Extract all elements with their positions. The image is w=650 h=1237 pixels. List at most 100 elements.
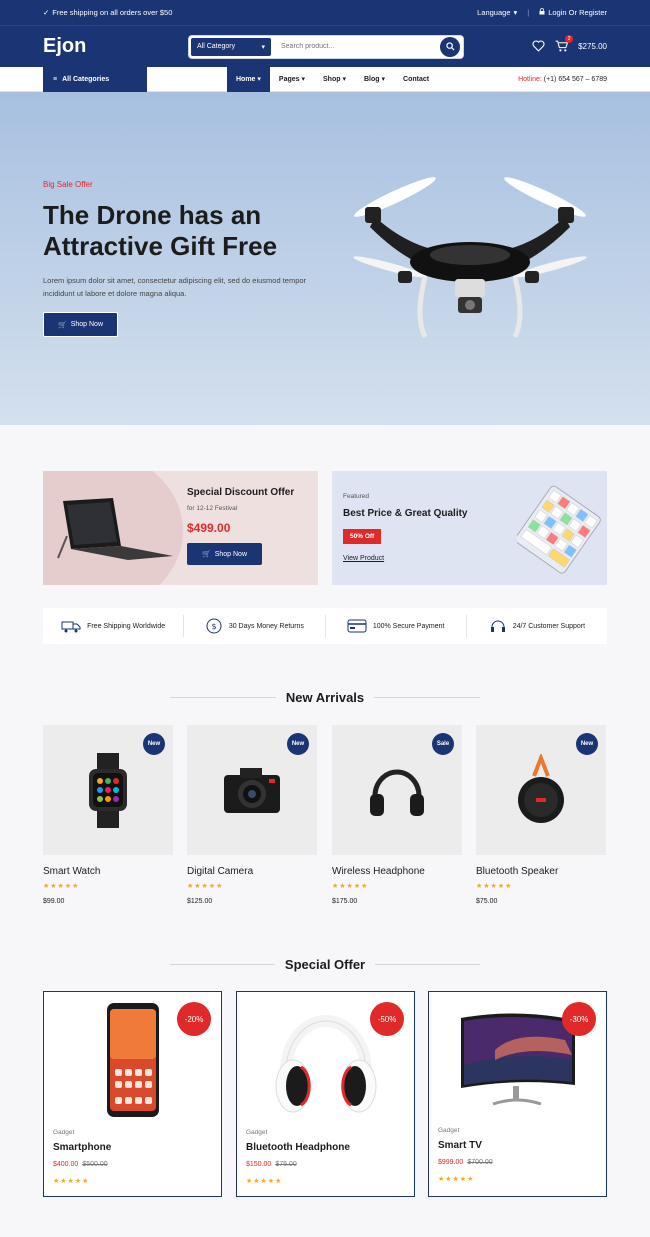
product-price: $125.00 xyxy=(187,898,213,905)
nav-links: Home ▾ Pages ▾ Shop ▾ Blog ▾ Contact xyxy=(227,66,438,92)
offer-price: $150.00 $75.00 xyxy=(246,1161,297,1168)
offer-category: Gadget xyxy=(246,1129,268,1136)
wishlist-button[interactable] xyxy=(532,39,545,54)
logo[interactable]: Ejon xyxy=(43,35,188,58)
new-arrivals-heading: New Arrivals xyxy=(170,690,480,705)
product-rating: ★★★★★ xyxy=(43,883,80,890)
product-price: $175.00 xyxy=(332,898,358,905)
feature-secure-payment: 100% Secure Payment xyxy=(326,615,467,637)
cart-icon: 🛒 xyxy=(57,321,67,329)
cart-count-badge: 2 xyxy=(565,34,574,43)
offer-category: Gadget xyxy=(438,1127,460,1134)
heart-icon xyxy=(532,39,545,52)
svg-text:$: $ xyxy=(211,622,216,631)
credit-card-icon xyxy=(347,619,367,633)
offer-name[interactable]: Smart TV xyxy=(438,1140,482,1151)
search-button[interactable] xyxy=(440,36,460,57)
product-rating: ★★★★★ xyxy=(187,883,224,890)
cart-icon: 🛒 xyxy=(201,551,211,558)
login-register-link[interactable]: Login Or Register xyxy=(539,8,607,17)
main-header: Ejon All Category ▾ 2 $275.00 xyxy=(0,25,650,67)
menu-icon: ≡ xyxy=(53,75,58,83)
product-name[interactable]: Bluetooth Speaker xyxy=(476,866,606,877)
offer-card-bluetooth-headphone[interactable]: -50% Gadget Bluetooth Headphone $150.00 $… xyxy=(236,991,415,1197)
hero-shop-now-button[interactable]: 🛒 Shop Now xyxy=(43,312,118,337)
offer-name[interactable]: Smartphone xyxy=(53,1142,111,1153)
promo-shop-now-button[interactable]: 🛒 Shop Now xyxy=(187,543,262,565)
discount-badge: -50% xyxy=(370,1002,404,1036)
headphone-image xyxy=(370,769,424,816)
cart-total: $275.00 xyxy=(578,42,607,51)
speaker-image xyxy=(518,754,564,823)
search-icon xyxy=(445,42,455,51)
top-bar: ✓ Free shipping on all orders over $50 L… xyxy=(0,0,650,25)
search-input[interactable] xyxy=(273,35,437,58)
hero-banner: Big Sale Offer The Drone has an Attracti… xyxy=(0,92,650,425)
product-card-digital-camera[interactable]: New Digital Camera ★★★★★ $125.00 xyxy=(187,725,317,905)
chevron-down-icon: ▾ xyxy=(513,8,518,17)
offer-card-smart-tv[interactable]: -30% Gadget Smart TV $999.00 $700.00 ★★★★… xyxy=(428,991,607,1197)
product-name[interactable]: Wireless Headphone xyxy=(332,866,462,877)
promo-discount-offer: Special Discount Offer for 12-12 Festiva… xyxy=(43,471,318,585)
chevron-down-icon: ▾ xyxy=(261,43,265,51)
promo-title: Best Price & Great Quality xyxy=(343,508,468,519)
divider: | xyxy=(527,8,530,17)
discount-badge: -30% xyxy=(562,1002,596,1036)
promo-title: Special Discount Offer xyxy=(187,487,295,498)
hero-title: The Drone has an Attractive Gift Free xyxy=(43,200,278,261)
nav-link-blog[interactable]: Blog ▾ xyxy=(355,67,394,92)
nav-link-shop[interactable]: Shop ▾ xyxy=(314,67,355,92)
product-price: $75.00 xyxy=(476,898,498,905)
promo-subtitle: for 12-12 Festival xyxy=(187,505,238,512)
product-badge: New xyxy=(576,733,598,755)
product-badge: New xyxy=(143,733,165,755)
offer-name[interactable]: Bluetooth Headphone xyxy=(246,1142,350,1153)
features-strip: Free Shipping Worldwide $ 30 Days Money … xyxy=(43,608,607,644)
product-badge: New xyxy=(287,733,309,755)
nav-link-home[interactable]: Home ▾ xyxy=(227,66,270,92)
promo-best-price: Featured Best Price & Great Quality 50% … xyxy=(332,471,607,585)
view-product-link[interactable]: View Product xyxy=(343,555,384,562)
promo-discount-badge: 50% Off xyxy=(343,529,382,544)
offer-rating: ★★★★★ xyxy=(438,1176,475,1183)
feature-customer-support: 24/7 Customer Support xyxy=(467,615,607,637)
check-icon: ✓ xyxy=(43,8,50,17)
headphone-image xyxy=(275,1015,376,1113)
product-name[interactable]: Smart Watch xyxy=(43,866,173,877)
product-badge: Sale xyxy=(432,733,454,755)
language-dropdown[interactable]: Language ▾ xyxy=(477,8,517,17)
product-name[interactable]: Digital Camera xyxy=(187,866,317,877)
shipping-notice: ✓ Free shipping on all orders over $50 xyxy=(43,8,173,17)
laptop-image xyxy=(57,498,173,560)
all-categories-button[interactable]: ≡ All Categories xyxy=(43,66,147,92)
lock-icon xyxy=(539,8,545,17)
special-offer-heading: Special Offer xyxy=(170,957,481,972)
offer-price: $999.00 $700.00 xyxy=(438,1159,493,1166)
tv-image xyxy=(461,1013,575,1106)
offer-card-smartphone[interactable]: -20% Gadget Smartphone $400.00 $500.00 ★★… xyxy=(43,991,222,1197)
promo-price: $499.00 xyxy=(187,521,231,535)
feature-free-shipping: Free Shipping Worldwide xyxy=(43,615,185,637)
hotline[interactable]: Hotline: (+1) 654 567 – 6789 xyxy=(518,76,607,83)
promo-tag: Featured xyxy=(343,493,370,500)
camera-image xyxy=(224,768,280,813)
offer-category: Gadget xyxy=(53,1129,75,1136)
product-card-wireless-headphone[interactable]: Sale Wireless Headphone ★★★★★ $175.00 xyxy=(332,725,462,905)
hero-tag: Big Sale Offer xyxy=(43,180,93,189)
offer-rating: ★★★★★ xyxy=(53,1178,90,1185)
product-rating: ★★★★★ xyxy=(476,883,513,890)
cart-button[interactable]: 2 xyxy=(555,34,574,54)
drone-image xyxy=(353,177,587,339)
offer-rating: ★★★★★ xyxy=(246,1178,283,1185)
smartphone-image xyxy=(106,1003,159,1117)
product-card-bluetooth-speaker[interactable]: New Bluetooth Speaker ★★★★★ $75.00 xyxy=(476,725,606,905)
nav-link-contact[interactable]: Contact xyxy=(394,67,438,92)
offer-price: $400.00 $500.00 xyxy=(53,1161,108,1168)
product-card-smart-watch[interactable]: New Smart Watch ★★★★★ $99.00 xyxy=(43,725,173,905)
hero-description: Lorem ipsum dolor sit amet, consectetur … xyxy=(43,276,307,298)
keyboard-image xyxy=(517,485,601,574)
product-rating: ★★★★★ xyxy=(332,883,369,890)
feature-money-returns: $ 30 Days Money Returns xyxy=(184,615,326,637)
category-select[interactable]: All Category ▾ xyxy=(190,36,272,57)
nav-link-pages[interactable]: Pages ▾ xyxy=(270,67,314,92)
